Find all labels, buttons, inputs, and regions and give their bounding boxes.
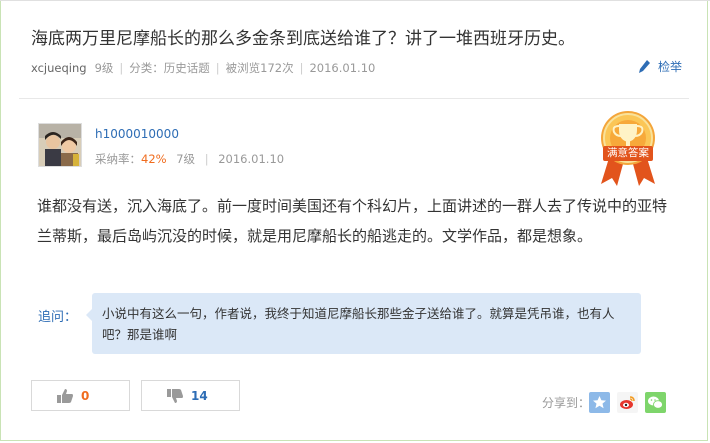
answerer-name[interactable]: h1000010000	[95, 127, 179, 141]
question-meta: xcjueqing 9级 | 分类：历史话题 | 被浏览172次 | 2016.…	[31, 60, 375, 76]
thumbs-down-icon	[167, 388, 183, 403]
question-author-level: 9级	[94, 61, 114, 75]
answerer-avatar[interactable]	[38, 123, 82, 167]
satisfied-answer-badge: 满意答案	[595, 108, 661, 188]
question-views: 被浏览172次	[225, 61, 294, 75]
divider	[19, 98, 689, 99]
answerer-level: 7级	[176, 152, 196, 166]
followup-bubble: 小说中有这么一句，作者说，我终于知道尼摩船长那些金子送给谁了。就算是凭吊谁，也有…	[92, 293, 641, 354]
followup-label: 追问：	[38, 310, 78, 325]
report-button[interactable]: 检举	[639, 58, 682, 75]
answerer-meta: 采纳率：42% 7级 | 2016.01.10	[95, 151, 284, 167]
downvote-button[interactable]: 14	[141, 380, 240, 411]
question-category[interactable]: 分类：历史话题	[129, 60, 210, 76]
downvote-count: 14	[191, 388, 208, 403]
share-qzone-button[interactable]	[589, 392, 610, 413]
answer-date: 2016.01.10	[218, 152, 285, 166]
top-border	[0, 0, 710, 1]
report-label: 检举	[658, 60, 683, 74]
adoption-label: 采纳率：	[95, 152, 141, 166]
share-wechat-button[interactable]	[645, 392, 666, 413]
meta-separator: |	[215, 61, 220, 75]
meta-separator: |	[299, 61, 304, 75]
question-date: 2016.01.10	[309, 61, 376, 75]
qzone-star-icon	[593, 396, 606, 409]
wechat-icon	[648, 396, 663, 409]
pencil-icon	[639, 60, 650, 73]
upvote-button[interactable]: 0	[31, 380, 130, 411]
share-label: 分享到：	[542, 396, 591, 410]
thumbs-up-icon	[57, 388, 73, 403]
weibo-icon	[620, 396, 635, 409]
meta-separator: |	[204, 152, 209, 166]
adoption-rate: 42%	[141, 152, 167, 166]
meta-separator: |	[119, 61, 124, 75]
avatar-photo	[39, 124, 81, 166]
question-author[interactable]: xcjueqing	[31, 61, 87, 75]
upvote-count: 0	[81, 388, 90, 403]
answer-text: 谁都没有送，沉入海底了。前一度时间美国还有个科幻片，上面讲述的一群人去了传说中的…	[37, 197, 668, 245]
share-weibo-button[interactable]	[617, 392, 638, 413]
question-title: 海底两万里尼摩船长的那么多金条到底送给谁了？讲了一堆西班牙历史。	[31, 29, 575, 49]
badge-label: 满意答案	[607, 147, 649, 159]
